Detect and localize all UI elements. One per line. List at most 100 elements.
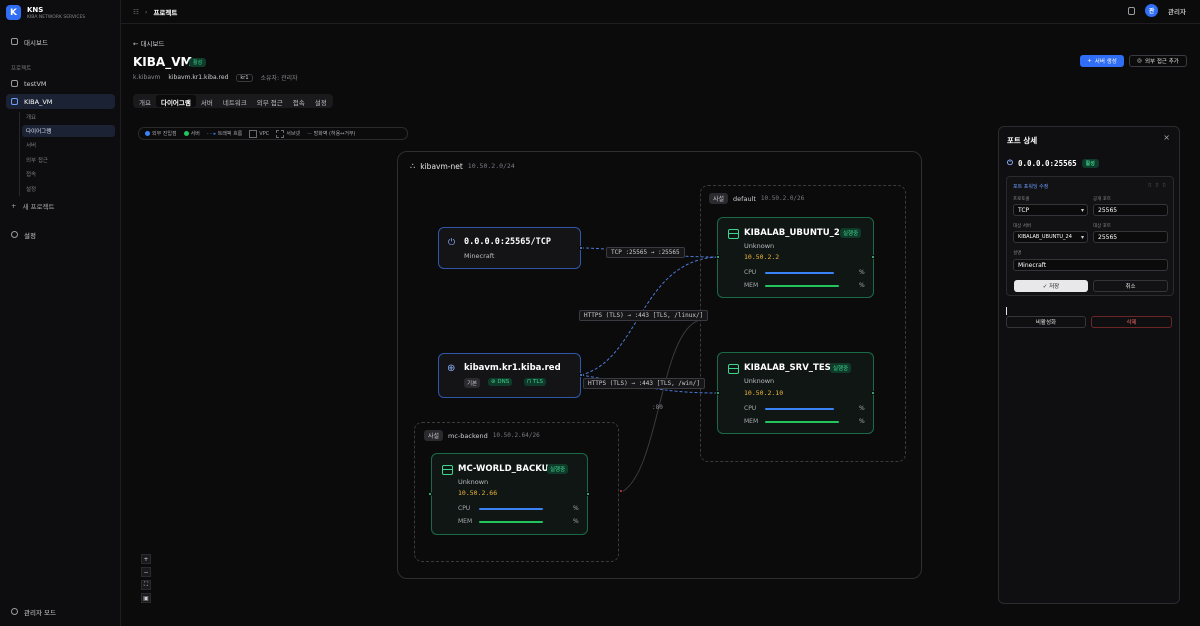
server-os: Unknown xyxy=(744,377,775,385)
subnet-tag: 사설 xyxy=(424,430,444,441)
edge-handle[interactable] xyxy=(579,373,583,377)
mem-label: MEM xyxy=(744,282,759,289)
port-detail-panel: 포트 상세 × ⏻ 0.0.0.0:25565 활성 포트 포워딩 수정 ⠿ ⠿… xyxy=(998,126,1180,604)
drag-handle-icon[interactable]: ⠿ ⠿ ⠿ xyxy=(1148,183,1167,189)
subnet-backend-label: 사설 mc-backend 10.50.2.64/26 xyxy=(424,430,540,441)
entry-title: 0.0.0.0:25565/TCP xyxy=(464,237,551,247)
public-port-label: 공개 포트 xyxy=(1093,197,1111,202)
cpu-label: CPU xyxy=(744,269,757,276)
network-icon: ⛬ xyxy=(410,161,416,170)
zoom-in-button[interactable]: + xyxy=(141,554,151,564)
address-text: 0.0.0.0:25565 xyxy=(1017,158,1077,168)
server-status-badge: 실행중 xyxy=(830,363,852,373)
edge-handle[interactable] xyxy=(871,255,875,259)
mem-bar xyxy=(479,521,543,523)
subnet-cidr: 10.50.2.64/26 xyxy=(492,432,540,439)
disable-button[interactable]: 비활성화 xyxy=(1006,316,1086,328)
subnet-tag: 사설 xyxy=(709,193,729,204)
edge-handle[interactable] xyxy=(428,492,432,496)
subnet-name: mc-backend xyxy=(448,431,488,440)
target-port-input[interactable]: 25565 xyxy=(1093,231,1168,243)
server-icon xyxy=(728,364,739,374)
cancel-button[interactable]: 취소 xyxy=(1093,280,1168,292)
port-forward-form: 포트 포워딩 수정 ⠿ ⠿ ⠿ 프로토콜 TCP 공개 포트 25565 대상 … xyxy=(1006,176,1174,296)
panel-title: 포트 상세 xyxy=(1007,136,1038,145)
server-icon xyxy=(442,465,453,475)
server-status-badge: 실행중 xyxy=(840,228,862,238)
server-ip: 10.50.2.10 xyxy=(744,389,784,397)
cpu-percent: % xyxy=(859,405,865,412)
delete-button[interactable]: 삭제 xyxy=(1091,316,1172,328)
save-button[interactable]: ✓ 저장 xyxy=(1014,280,1088,292)
target-server-select[interactable]: KIBALAB_UBUNTU_24 xyxy=(1013,231,1088,243)
mem-percent: % xyxy=(859,282,865,289)
globe-icon: ⊕ xyxy=(447,363,456,374)
edge-handle[interactable] xyxy=(716,391,720,395)
vpc-name: kibavm-net xyxy=(420,161,463,171)
entry-node-dns[interactable]: ⊕ kibavm.kr1.kiba.red 기본 ⊛ DNS ⊓ TLS xyxy=(438,353,581,398)
form-title: 포트 포워딩 수정 xyxy=(1013,184,1049,190)
status-badge: 활성 xyxy=(1081,158,1099,168)
server-node-srv-test[interactable]: KIBALAB_SRV_TEST 실행중 Unknown 10.50.2.10 … xyxy=(717,352,874,434)
server-node-ubuntu[interactable]: KIBALAB_UBUNTU_24 실행중 Unknown 10.50.2.2 … xyxy=(717,217,874,298)
description-input[interactable]: Minecraft xyxy=(1013,259,1168,271)
panel-address: ⏻ 0.0.0.0:25565 활성 xyxy=(1007,158,1099,168)
cpu-label: CPU xyxy=(458,505,471,512)
cpu-bar xyxy=(765,272,834,274)
edge-handle[interactable] xyxy=(871,391,875,395)
subnet-default-label: 사설 default 10.50.2.0/26 xyxy=(709,193,804,204)
plug-icon: ⏻ xyxy=(1007,158,1013,167)
entry-title: kibavm.kr1.kiba.red xyxy=(464,363,561,373)
mem-percent: % xyxy=(859,418,865,425)
server-name: KIBALAB_SRV_TEST xyxy=(744,363,837,373)
public-port-input[interactable]: 25565 xyxy=(1093,204,1168,216)
close-icon[interactable]: × xyxy=(1163,133,1170,142)
edge-label-https-win[interactable]: HTTPS (TLS) → :443 [TLS, /win/] xyxy=(583,378,705,389)
server-os: Unknown xyxy=(744,242,775,250)
target-server-label: 대상 서버 xyxy=(1013,224,1031,229)
fit-view-button[interactable]: ⛶ xyxy=(141,580,151,590)
edge-handle[interactable] xyxy=(579,246,583,250)
server-icon xyxy=(728,229,739,239)
cpu-bar xyxy=(765,408,834,410)
lock-button[interactable]: ▣ xyxy=(141,593,151,603)
edge-handle[interactable] xyxy=(586,492,590,496)
cpu-percent: % xyxy=(573,505,579,512)
subnet-cidr: 10.50.2.0/26 xyxy=(760,195,805,202)
mem-bar xyxy=(765,285,839,287)
edge-label-https-linux[interactable]: HTTPS (TLS) → :443 [TLS, /linux/] xyxy=(579,310,709,321)
plug-icon: ⏻ xyxy=(448,238,456,248)
app-root: K KNS KIBA NETWORK SERVICES 대시보드 프로젝트 te… xyxy=(0,0,1200,626)
mem-label: MEM xyxy=(744,418,759,425)
cpu-label: CPU xyxy=(744,405,757,412)
server-status-badge: 실행중 xyxy=(547,464,569,474)
server-ip: 10.50.2.2 xyxy=(744,253,780,261)
edge-label-port-80[interactable]: :80 xyxy=(652,404,663,411)
edge-handle[interactable] xyxy=(716,255,720,259)
protocol-select[interactable]: TCP xyxy=(1013,204,1088,216)
edge-label-tcp[interactable]: TCP :25565 → :25565 xyxy=(606,247,685,258)
server-os: Unknown xyxy=(458,478,489,486)
mem-bar xyxy=(765,421,839,423)
tls-chip: ⊓ TLS xyxy=(524,378,546,386)
entry-node-tcp[interactable]: ⏻ 0.0.0.0:25565/TCP Minecraft xyxy=(438,227,581,269)
subnet-name: default xyxy=(733,194,756,203)
cpu-percent: % xyxy=(859,269,865,276)
vpc-cidr: 10.50.2.0/24 xyxy=(467,162,515,170)
target-port-label: 대상 포트 xyxy=(1093,224,1111,229)
protocol-label: 프로토콜 xyxy=(1013,197,1030,202)
cpu-bar xyxy=(479,508,543,510)
default-chip: 기본 xyxy=(464,378,481,388)
text-cursor xyxy=(1006,307,1007,315)
server-name: MC-WORLD_BACKUP xyxy=(458,464,555,474)
server-node-mc-backup[interactable]: MC-WORLD_BACKUP 실행중 Unknown 10.50.2.66 C… xyxy=(431,453,588,535)
vpc-label: ⛬ kibavm-net 10.50.2.0/24 xyxy=(410,161,515,171)
mem-percent: % xyxy=(573,518,579,525)
mem-label: MEM xyxy=(458,518,473,525)
entry-subtitle: Minecraft xyxy=(464,252,495,260)
description-label: 설명 xyxy=(1013,251,1022,256)
server-ip: 10.50.2.66 xyxy=(458,489,498,497)
dns-chip: ⊛ DNS xyxy=(488,378,513,386)
zoom-out-button[interactable]: − xyxy=(141,567,151,577)
firewall-handle[interactable] xyxy=(619,489,623,493)
